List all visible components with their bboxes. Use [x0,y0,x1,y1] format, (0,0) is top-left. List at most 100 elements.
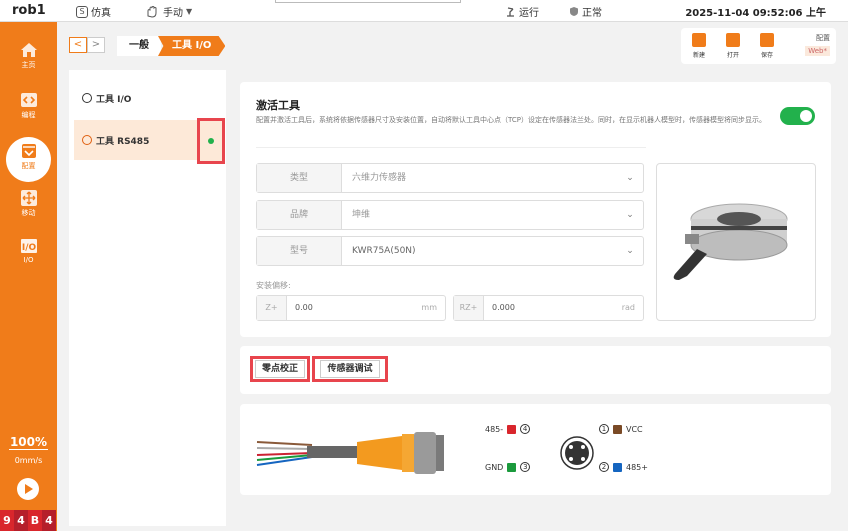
sensor-brand-select[interactable]: 品牌 坤维 ⌄ [256,200,644,230]
list-item-label: 工具 I/O [96,94,132,105]
sidebar-item-label: 主页 [21,61,36,69]
new-button[interactable]: 新建 [687,32,711,60]
section-description: 配置并激活工具后，系统将依据传感器尺寸及安装位置，自动将默认工具中心点（TCP）… [256,116,766,124]
svg-text:I/O: I/O [21,243,36,253]
sidebar-item-label: I/O [23,256,34,264]
wire-color-swatch [613,462,622,472]
offset-label: 安装偏移: [256,281,291,290]
zero-calibration-button[interactable]: 零点校正 [250,356,310,382]
new-file-icon [692,33,706,47]
sidebar-item-io[interactable]: I/O I/O [0,238,57,282]
back-arrow-icon[interactable]: < [69,37,87,53]
wiring-card: 485- 4 1 VCC GND 3 2 485+ [240,404,831,495]
speed-percent: 100% [8,435,49,450]
section-title: 激活工具 [256,99,300,112]
speed-display[interactable]: 100% 0mm/s [0,431,57,465]
wire-color-swatch [507,462,517,472]
plug-icon [82,93,92,103]
shield-icon [570,7,578,16]
sidebar-item-move[interactable]: 移动 [0,190,57,234]
save-button[interactable]: 保存 [755,32,779,60]
config-label: 配置 [816,34,830,42]
pin-label: 485+ [626,462,648,472]
button-label: 传感器调试 [320,360,380,378]
home-icon [20,43,37,57]
force-sensor-illustration [673,203,788,280]
manual-label: 手动 [163,8,183,19]
status-badges: 9 4 B 4 [0,510,56,531]
top-bar: rob1 S 仿真 手动 ▼ 运行 正常 2025-11-04 09:52:06… [0,0,848,22]
sidebar-item-label: 移动 [21,209,36,217]
pin-number: 3 [520,462,531,472]
main-content: 激活工具 配置并激活工具后，系统将依据传感器尺寸及安装位置，自动将默认工具中心点… [227,70,848,531]
field-label: 类型 [257,164,342,192]
pin-vcc: 1 VCC [599,424,643,434]
sensor-actions-card: 零点校正 传感器调试 [240,346,831,394]
open-label: 打开 [726,52,739,59]
run-label: 运行 [519,8,539,19]
sensor-debug-button[interactable]: 传感器调试 [312,356,388,382]
code-icon [20,93,37,107]
web-config-name: Web* [805,46,830,56]
sidebar-item-config[interactable]: 配置 [0,137,57,183]
sidebar-item-home[interactable]: 主页 [0,42,57,86]
pin-number: 2 [599,462,609,472]
wire-color-swatch [507,424,517,434]
status-badge: 4 [14,510,28,531]
save-label: 保存 [760,52,773,59]
move-icon [20,190,37,206]
pin-485-minus: 485- 4 [485,424,531,434]
rz-offset-field[interactable]: RZ+ 0.000 rad [453,295,644,321]
field-value: KWR75A(50N) [352,246,416,256]
forward-arrow-icon[interactable]: > [87,37,105,53]
rs485-status-highlight [197,118,225,164]
robot-name[interactable]: rob1 [12,3,46,18]
chevron-down-icon: ⌄ [626,173,634,183]
chevron-down-icon: ▼ [186,7,193,16]
breadcrumb-general[interactable]: 一般 [117,36,161,56]
breadcrumb-tool-io[interactable]: 工具 I/O [158,36,226,56]
button-label: 零点校正 [254,360,305,378]
open-button[interactable]: 打开 [721,32,745,60]
normal-label: 正常 [582,8,602,19]
cable-connector-illustration [256,432,444,474]
pin-gnd: GND 3 [485,462,531,472]
config-file-indicator: 配置 Web* [805,33,830,56]
field-value: 0.00 [295,303,313,312]
header-row: < > 一般 工具 I/O 新建 打开 保存 配置 Web* [57,22,848,70]
datetime-display: 2025-11-04 09:52:06 上午 [685,8,826,19]
sidebar-item-program[interactable]: 编程 [0,92,57,136]
sensor-model-select[interactable]: 型号 KWR75A(50N) ⌄ [256,236,644,266]
io-icon: I/O [20,239,37,253]
field-label: Z+ [257,296,287,320]
chevron-down-icon: ⌄ [626,210,634,220]
simulation-icon: S [76,5,88,18]
sim-label: 仿真 [91,8,111,19]
list-item-tool-io[interactable]: 工具 I/O [74,78,204,118]
sensor-image [656,163,816,321]
divider [256,147,646,148]
status-dot-icon [208,138,214,144]
hand-icon [147,5,157,18]
status-badge: 9 [0,510,14,531]
play-icon[interactable] [17,478,39,500]
field-label: 品牌 [257,201,342,229]
sim-mode-toggle[interactable]: S 仿真 [76,4,111,19]
activate-tool-toggle[interactable] [780,107,815,125]
m12-connector-pinout-icon [560,436,594,470]
manual-mode-dropdown[interactable]: 手动 ▼ [146,4,192,19]
save-icon [760,33,774,47]
unit-label: mm [421,303,437,312]
folder-icon [726,33,740,47]
field-label: 型号 [257,237,342,265]
address-field[interactable] [275,0,461,3]
chevron-down-icon: ⌄ [626,246,634,256]
pin-number: 1 [599,424,609,434]
config-icon [21,144,36,158]
z-offset-field[interactable]: Z+ 0.00 mm [256,295,446,321]
list-item-tool-rs485[interactable]: 工具 RS485 [74,120,204,160]
safety-status: 正常 [569,4,602,19]
file-toolbar: 新建 打开 保存 配置 Web* [681,28,836,64]
field-value: 坤维 [352,210,371,220]
sensor-type-select[interactable]: 类型 六维力传感器 ⌄ [256,163,644,193]
